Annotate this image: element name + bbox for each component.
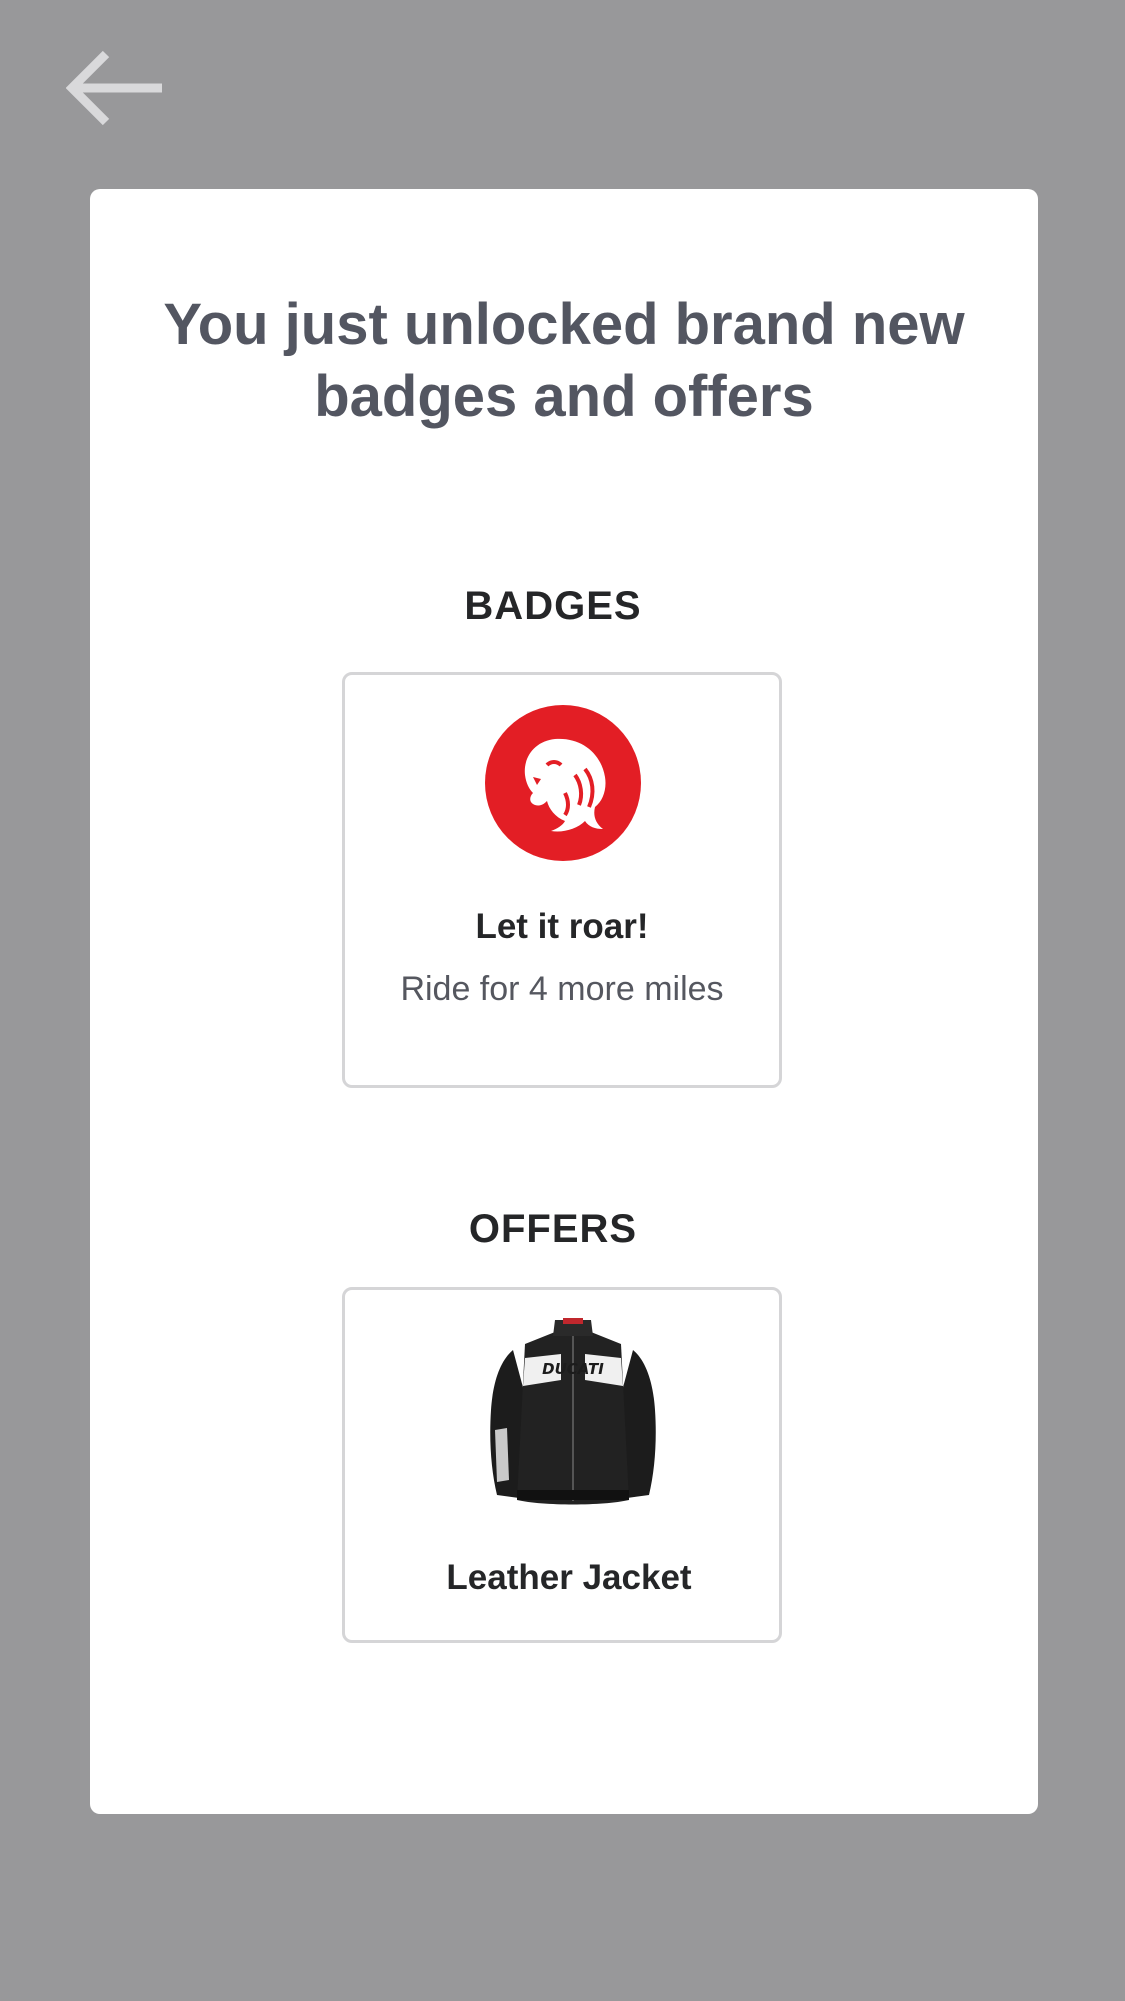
badge-card[interactable]: Let it roar! Ride for 4 more miles [342,672,782,1088]
unlock-card: You just unlocked brand new badges and o… [90,189,1038,1814]
page-title: You just unlocked brand new badges and o… [163,292,965,429]
badge-name: Let it roar! [475,907,649,946]
back-button[interactable] [65,50,166,126]
leather-jacket-image: DUCATI [490,1318,656,1505]
offer-card[interactable]: DUCATI Leather Jacket [342,1287,782,1643]
arrow-left-icon [65,50,162,126]
badge-description: Ride for 4 more miles [400,970,724,1008]
offers-section-title: OFFERS [468,1207,638,1251]
offer-name: Leather Jacket [446,1558,692,1597]
lion-icon [485,705,641,861]
badges-section-title: BADGES [464,584,642,628]
jacket-brand-text: DUCATI [542,1360,604,1378]
